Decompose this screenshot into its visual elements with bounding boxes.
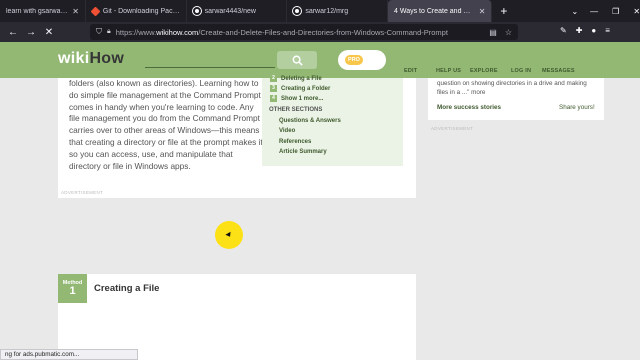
reader-view-icon[interactable]: ▤ [489,28,497,37]
nav-edit[interactable]: EDIT [404,68,417,74]
stop-loading-icon[interactable]: ✕ [40,27,58,38]
toc-link-references[interactable]: References [279,139,311,145]
browser-nav-bar: ← → ✕ ⛉ 🔒︎ https://www.wikihow.com/Creat… [0,22,640,42]
github-icon [293,7,302,15]
tab-title: 4 Ways to Create and Delete Fil [394,7,475,15]
method-title: Creating a File [94,283,160,294]
toc-item-creating-folder[interactable]: 3 Creating a Folder [270,85,330,92]
back-icon[interactable]: ← [4,27,22,38]
tab-title: Git - Downloading Package [102,7,180,15]
address-bar[interactable]: ⛉ 🔒︎ https://www.wikihow.com/Create-and-… [90,24,518,40]
advertisement-label: ADVERTISEMENT [61,190,104,195]
tab-github-mrg[interactable]: sarwar12/mrg [287,0,389,22]
close-tab-icon[interactable]: ✕ [479,7,486,16]
success-story-quote: question on showing directories in a dri… [437,80,587,96]
toc-show-more[interactable]: 4 Show 1 more... [270,95,323,102]
nav-explore[interactable]: EXPLORE [470,68,498,74]
share-yours-link[interactable]: Share yours! [559,104,595,111]
table-of-contents: 2 Deleting a File 3 Creating a Folder 4 … [262,75,403,166]
tab-git-download[interactable]: Git - Downloading Package [86,0,187,22]
tab-title: sarwar12/mrg [305,7,349,15]
success-stories-box: question on showing directories in a dri… [428,78,604,120]
forward-icon[interactable]: → [22,27,40,38]
close-window-icon[interactable]: ✕ [633,7,640,16]
puzzle-icon[interactable]: ✚ [576,26,583,35]
pro-badge: PRO [345,55,363,65]
maximize-icon[interactable]: ❐ [612,7,619,16]
toc-link-questions[interactable]: Questions & Answers [279,118,341,124]
github-icon [192,7,201,15]
url-text[interactable]: https://www.wikihow.com/Create-and-Delet… [116,28,448,37]
minimize-icon[interactable]: — [590,7,598,16]
tab-title: sarwar4443/new [204,7,256,15]
search-icon [292,55,303,66]
nav-log-in[interactable]: LOG IN [511,68,531,74]
wikihow-header: wikiHow PRO EDIT HELP US EXPLORE LOG IN … [0,42,640,78]
toc-other-sections-heading: OTHER SECTIONS [269,107,323,113]
list-all-tabs-icon[interactable]: ⌄ [571,0,578,22]
profile-icon[interactable]: ● [591,26,596,35]
git-icon [90,6,101,16]
sidebar-advertisement-label: ADVERTISEMENT [431,126,474,131]
toc-item-deleting-file[interactable]: 2 Deleting a File [270,75,322,82]
search-input[interactable] [145,52,275,68]
pro-toggle[interactable]: PRO [338,50,386,70]
toc-link-video[interactable]: Video [279,128,295,134]
new-tab-button[interactable]: + [492,0,515,22]
nav-messages[interactable]: MESSAGES [542,68,575,74]
menu-icon[interactable]: ≡ [605,26,610,35]
search-button[interactable] [277,51,317,69]
method-section: Method 1 Creating a File [58,274,416,360]
tab-github-new[interactable]: sarwar4443/new [187,0,288,22]
shield-icon[interactable]: ⛉ [96,27,102,37]
article-intro-text: folders (also known as directories). Lea… [69,78,263,171]
close-tab-icon[interactable]: ✕ [72,7,79,16]
bookmark-star-icon[interactable]: ☆ [505,28,512,37]
status-bar: ng for ads.pubmatic.com... [0,349,138,360]
wikihow-logo[interactable]: wikiHow [58,50,124,68]
extensions-icon[interactable]: ✎ [560,26,567,35]
lock-icon[interactable]: 🔒︎ [107,28,111,36]
more-success-stories-link[interactable]: More success stories [437,104,501,111]
method-badge: Method 1 [58,274,87,303]
toc-link-article-summary[interactable]: Article Summary [279,149,327,155]
tab-youtube[interactable]: learn with gsarwar - YouTube ✕ [0,0,86,22]
nav-help-us[interactable]: HELP US [436,68,461,74]
tab-title: learn with gsarwar - YouTube [6,7,68,15]
tab-wikihow-active[interactable]: 4 Ways to Create and Delete Fil ✕ [388,0,493,22]
browser-tab-bar: learn with gsarwar - YouTube ✕ Git - Dow… [0,0,640,22]
